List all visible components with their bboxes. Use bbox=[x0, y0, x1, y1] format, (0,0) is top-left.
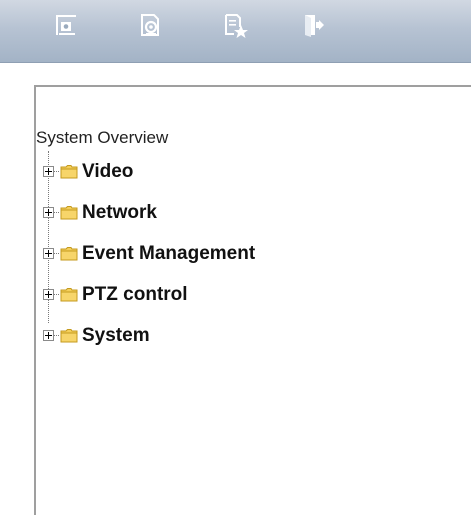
tree-item-label[interactable]: System bbox=[82, 325, 150, 346]
expand-icon[interactable] bbox=[43, 166, 54, 177]
tree-item-system[interactable]: System bbox=[38, 315, 458, 356]
tree-item-ptz-control[interactable]: PTZ control bbox=[38, 274, 458, 315]
tree-item-label[interactable]: Network bbox=[82, 202, 157, 223]
expand-icon[interactable] bbox=[43, 207, 54, 218]
tree-item-network[interactable]: Network bbox=[38, 192, 458, 233]
folder-icon bbox=[60, 287, 78, 302]
top-toolbar bbox=[0, 0, 471, 63]
tree-connector bbox=[54, 171, 59, 172]
system-overview-link[interactable]: System Overview bbox=[36, 128, 168, 148]
tree-item-label[interactable]: PTZ control bbox=[82, 284, 188, 305]
folder-icon bbox=[60, 205, 78, 220]
tree-item-label[interactable]: Event Management bbox=[82, 243, 255, 264]
expand-icon[interactable] bbox=[43, 289, 54, 300]
tree-connector bbox=[54, 212, 59, 213]
tree-item-video[interactable]: Video bbox=[38, 151, 458, 192]
tree-connector bbox=[54, 335, 59, 336]
tree-item-label[interactable]: Video bbox=[82, 161, 133, 182]
folder-icon bbox=[60, 164, 78, 179]
folder-icon bbox=[60, 328, 78, 343]
tree-connector bbox=[54, 294, 59, 295]
tree-item-event-management[interactable]: Event Management bbox=[38, 233, 458, 274]
favorites-icon[interactable] bbox=[222, 12, 248, 38]
expand-icon[interactable] bbox=[43, 330, 54, 341]
settings-icon[interactable] bbox=[137, 12, 163, 38]
settings-tree: Video Network Event Management PTZ contr… bbox=[38, 151, 458, 356]
expand-icon[interactable] bbox=[43, 248, 54, 259]
tree-connector bbox=[54, 253, 59, 254]
folder-icon bbox=[60, 246, 78, 261]
camera-view-icon[interactable] bbox=[53, 12, 79, 38]
logout-icon[interactable] bbox=[300, 12, 326, 38]
